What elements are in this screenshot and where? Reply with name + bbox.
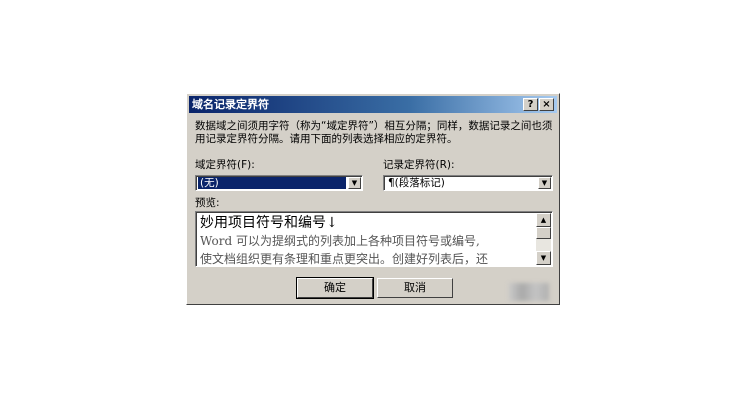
- cancel-button[interactable]: 取消: [377, 278, 453, 298]
- field-delimiter-value: (无): [198, 177, 346, 189]
- scroll-thumb[interactable]: [536, 227, 551, 239]
- close-button[interactable]: ×: [539, 98, 554, 111]
- field-delimiter-select[interactable]: (无) ▼: [195, 175, 363, 191]
- chevron-down-icon[interactable]: ▼: [348, 177, 361, 189]
- ok-button[interactable]: 确定: [296, 277, 374, 299]
- preview-scrollbar[interactable]: ▲ ▼: [536, 213, 551, 265]
- preview-line-2: 使文档组织更有条理和重点更突出。创建好列表后，还: [200, 252, 489, 266]
- record-delimiter-label: 记录定界符(R):: [383, 159, 455, 171]
- field-delimiter-label: 域定界符(F):: [195, 159, 255, 171]
- arrow-down-icon[interactable]: ▼: [536, 251, 551, 265]
- record-delimiter-value: ¶(段落标记): [388, 177, 445, 189]
- preview-box[interactable]: 妙用项目符号和编号↓ Word 可以为提纲式的列表加上各种项目符号或编号, 使文…: [195, 211, 553, 267]
- description-text: 数据域之间须用字符（称为“域定界符”）相互分隔；同样，数据记录之间也须用记录定界…: [195, 120, 553, 145]
- arrow-up-icon[interactable]: ▲: [536, 213, 551, 227]
- preview-heading: 妙用项目符号和编号↓: [200, 215, 338, 231]
- preview-label: 预览:: [195, 197, 220, 209]
- chevron-down-icon[interactable]: ▼: [538, 177, 551, 189]
- delimiter-dialog: 域名记录定界符 ? × 数据域之间须用字符（称为“域定界符”）相互分隔；同样，数…: [186, 93, 560, 305]
- blurred-watermark: [509, 283, 549, 301]
- dialog-title: 域名记录定界符: [192, 98, 269, 111]
- preview-line-1: Word 可以为提纲式的列表加上各种项目符号或编号,: [200, 234, 480, 248]
- help-button[interactable]: ?: [523, 98, 538, 111]
- record-delimiter-select[interactable]: ¶(段落标记) ▼: [383, 175, 553, 191]
- title-bar: 域名记录定界符 ? ×: [189, 96, 557, 113]
